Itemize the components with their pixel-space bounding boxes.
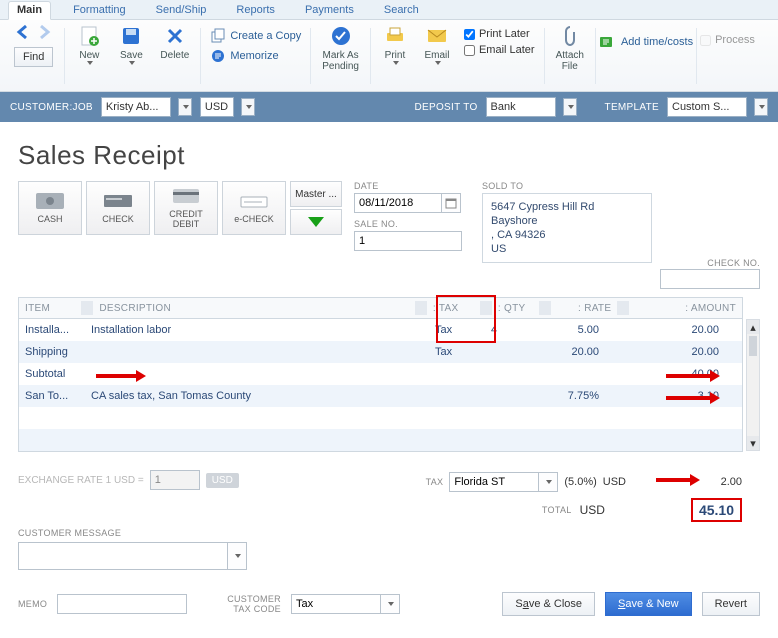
save-new-button[interactable]: Save & New: [605, 592, 692, 616]
deposit-label: DEPOSIT TO: [415, 102, 478, 113]
total-label: TOTAL: [542, 505, 572, 515]
tab-search[interactable]: Search: [376, 2, 427, 19]
table-row-empty[interactable]: [19, 407, 742, 429]
save-button[interactable]: Save: [110, 24, 152, 90]
col-desc[interactable]: DESCRIPTION: [93, 300, 414, 317]
email-later-checkbox[interactable]: [464, 45, 475, 56]
pay-check[interactable]: CHECK: [86, 181, 150, 235]
later-group: Print Later Email Later: [458, 24, 541, 56]
customer-message-drop[interactable]: [227, 542, 247, 570]
tab-send-ship[interactable]: Send/Ship: [148, 2, 215, 19]
add-time-costs-button[interactable]: Add time/costs: [599, 24, 693, 50]
tax-label: TAX: [426, 477, 444, 487]
ribbon: Find New Save Delete Create a Copy Memor…: [0, 20, 778, 92]
table-row[interactable]: Subtotal40.00: [19, 363, 742, 385]
table-scrollbar[interactable]: ▴ ▾: [746, 319, 760, 451]
scroll-thumb[interactable]: [749, 336, 757, 356]
tab-main[interactable]: Main: [8, 1, 51, 20]
pay-cash[interactable]: CASH: [18, 181, 82, 235]
find-button[interactable]: Find: [14, 47, 53, 67]
checkno-input[interactable]: [660, 269, 760, 289]
customer-drop[interactable]: [178, 98, 192, 116]
calendar-icon[interactable]: [441, 193, 461, 213]
col-tax[interactable]: : TAX: [427, 300, 480, 317]
tab-reports[interactable]: Reports: [228, 2, 283, 19]
currency-field[interactable]: USD: [200, 97, 234, 117]
table-row[interactable]: Installa...Installation laborTax45.0020.…: [19, 319, 742, 341]
template-label: TEMPLATE: [605, 102, 659, 113]
back-icon[interactable]: [16, 24, 32, 43]
tax-drop[interactable]: [538, 472, 558, 492]
memorize-button[interactable]: Memorize: [210, 48, 301, 64]
exchange-label: EXCHANGE RATE 1 USD =: [18, 475, 144, 486]
scroll-down-icon[interactable]: ▾: [747, 436, 759, 450]
page-title: Sales Receipt: [18, 140, 760, 171]
cust-tax-drop[interactable]: [380, 594, 400, 614]
tab-formatting[interactable]: Formatting: [65, 2, 134, 19]
customer-message-label: CUSTOMER MESSAGE: [18, 528, 760, 538]
delete-button[interactable]: Delete: [152, 24, 197, 90]
col-item[interactable]: ITEM: [19, 300, 81, 317]
tax-currency: USD: [603, 476, 626, 488]
more-payment-button[interactable]: [290, 209, 342, 235]
exchange-currency: USD: [206, 473, 239, 488]
cust-tax-label: CUSTOMER TAX CODE: [227, 594, 281, 614]
tax-amount: 2.00: [632, 476, 742, 488]
mark-pending-button[interactable]: Mark As Pending: [314, 24, 367, 90]
cust-tax-select[interactable]: [291, 594, 381, 614]
email-later-check[interactable]: Email Later: [464, 44, 535, 56]
table-row[interactable]: San To...CA sales tax, San Tomas County7…: [19, 385, 742, 407]
soldto-label: SOLD TO: [482, 181, 652, 191]
tab-payments[interactable]: Payments: [297, 2, 362, 19]
attach-file-button[interactable]: Attach File: [548, 24, 592, 90]
checkno-label: CHECK NO.: [707, 258, 760, 268]
sale-no-input[interactable]: [354, 231, 462, 251]
line-items-table: ITEM DESCRIPTION : TAX : QTY : RATE : AM…: [18, 297, 760, 452]
pay-credit[interactable]: CREDIT DEBIT: [154, 181, 218, 235]
ribbon-tabs: Main Formatting Send/Ship Reports Paymen…: [0, 0, 778, 20]
nav-group: Find: [6, 24, 61, 90]
print-later-check[interactable]: Print Later: [464, 28, 535, 40]
print-later-checkbox[interactable]: [464, 29, 475, 40]
soldto-box[interactable]: 5647 Cypress Hill Rd Bayshore , CA 94326…: [482, 193, 652, 263]
copy-memorize-group: Create a Copy Memorize: [204, 24, 307, 64]
total-amount: 45.10: [691, 498, 742, 522]
date-input[interactable]: [354, 193, 442, 213]
template-field[interactable]: Custom S...: [667, 97, 747, 117]
email-button[interactable]: Email: [416, 24, 458, 90]
payment-method-group: CASH CHECK CREDIT DEBIT e-CHECK Master .…: [18, 181, 342, 235]
customer-label: CUSTOMER:JOB: [10, 102, 93, 113]
tax-select[interactable]: [449, 472, 539, 492]
print-button[interactable]: Print: [374, 24, 416, 90]
tax-pct: (5.0%): [564, 476, 596, 488]
master-button[interactable]: Master ...: [290, 181, 342, 207]
total-currency: USD: [580, 503, 605, 517]
deposit-field[interactable]: Bank: [486, 97, 556, 117]
forward-icon[interactable]: [36, 24, 52, 43]
date-label: DATE: [354, 181, 462, 191]
exchange-input: [150, 470, 200, 490]
context-bar: CUSTOMER:JOB Kristy Ab... USD DEPOSIT TO…: [0, 92, 778, 122]
new-button[interactable]: New: [68, 24, 110, 90]
customer-field[interactable]: Kristy Ab...: [101, 97, 171, 117]
col-rate[interactable]: : RATE: [551, 300, 617, 317]
table-row[interactable]: ShippingTax20.0020.00: [19, 341, 742, 363]
save-close-button[interactable]: Save & Close: [502, 592, 595, 616]
deposit-drop[interactable]: [563, 98, 577, 116]
create-copy-button[interactable]: Create a Copy: [210, 28, 301, 44]
table-row-empty[interactable]: [19, 429, 742, 451]
process-button[interactable]: Process: [700, 24, 755, 46]
pay-echeck[interactable]: e-CHECK: [222, 181, 286, 235]
customer-message-input[interactable]: [18, 542, 228, 570]
col-amt[interactable]: : AMOUNT: [629, 300, 742, 317]
template-drop[interactable]: [754, 98, 768, 116]
scroll-up-icon[interactable]: ▴: [747, 320, 759, 334]
col-qty[interactable]: : QTY: [492, 300, 539, 317]
revert-button[interactable]: Revert: [702, 592, 760, 616]
currency-drop[interactable]: [241, 98, 255, 116]
sale-no-label: SALE NO.: [354, 219, 462, 229]
memo-label: MEMO: [18, 599, 47, 609]
memo-input[interactable]: [57, 594, 187, 614]
